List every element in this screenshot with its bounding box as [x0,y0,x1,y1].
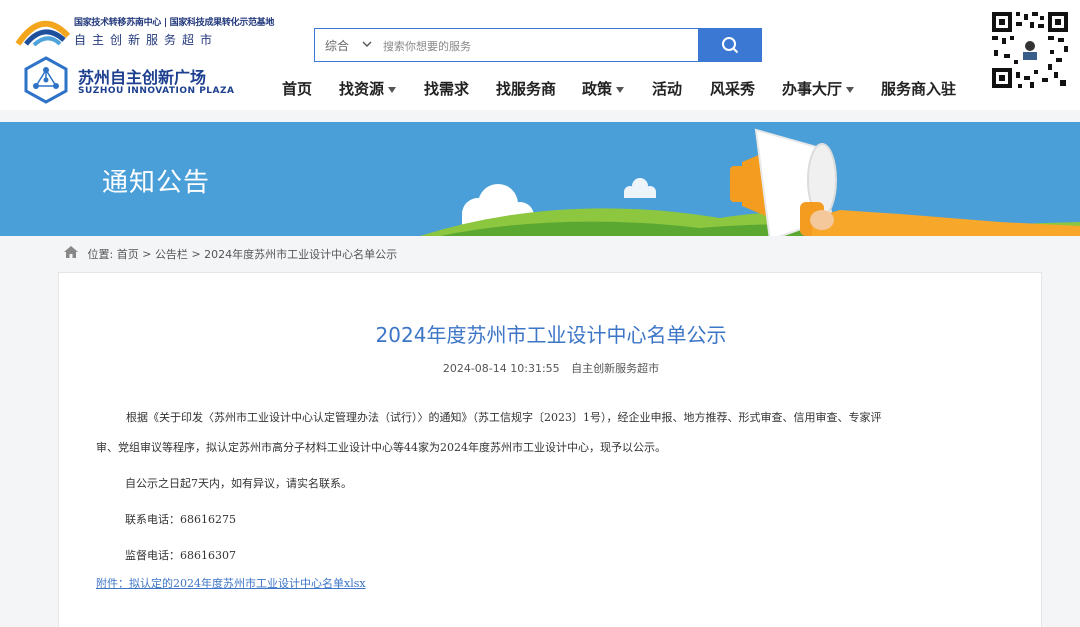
search-icon [722,37,739,54]
article-title: 2024年度苏州市工业设计中心名单公示 [375,323,727,347]
network-logo-icon [24,56,68,104]
supervise-phone: 监督电话：68616307 [125,549,236,562]
dropdown-arrow-icon [388,86,397,93]
site-name: 苏州自主创新广场 [78,68,207,87]
nav-item-events[interactable]: 活动 [652,78,682,99]
nav-item-resources[interactable]: 找资源 [339,78,397,99]
search-bar: 综合 搜索你想要的服务 [314,28,762,62]
qr-code-icon[interactable] [990,10,1070,90]
breadcrumb-prefix: 位置: [87,248,114,261]
article-paragraph-1: 根据《关于印发〈苏州市工业设计中心认定管理办法（试行）〉的通知》（苏工信规字〔2… [107,403,997,433]
search-input[interactable]: 搜索你想要的服务 [383,38,471,54]
article-paragraph-2: 自公示之日起7天内，如有异议，请实名联系。 [125,477,352,490]
site-header: 国家技术转移苏南中心 | 国家科技成果转化示范基地 自主创新服务超市 苏州自主创… [0,0,1080,110]
article-date: 2024-08-14 10:31:55 [442,362,560,375]
sun-logo-icon [15,20,70,46]
breadcrumb-current: 2024年度苏州市工业设计中心名单公示 [204,248,398,261]
site-logo[interactable]: 苏州自主创新广场 SUZHOU INNOVATION PLAZA [22,56,242,106]
paragraph-line: 根据《关于印发〈苏州市工业设计中心认定管理办法（试行）〉的通知》（苏工信规字〔2… [126,411,882,424]
paragraph-line: 审、党组审议等程序，拟认定苏州市高分子材料工业设计中心等44家为2024年度苏州… [96,441,666,454]
search-category-select[interactable]: 综合 [325,37,349,54]
home-icon [64,246,78,258]
article-paragraph-1-cont: 审、党组审议等程序，拟认定苏州市高分子材料工业设计中心等44家为2024年度苏州… [96,433,986,463]
nav-item-provider-join[interactable]: 服务商入驻 [881,78,956,99]
attachment-link[interactable]: 附件：拟认定的2024年度苏州市工业设计中心名单xlsx [96,575,366,591]
banner-title: 通知公告 [102,168,211,198]
contact-phone: 联系电话：68616275 [125,513,236,526]
article-meta: 2024-08-14 10:31:55 自主创新服务超市 [59,360,1043,376]
nav-item-showcase[interactable]: 风采秀 [710,78,755,99]
chevron-down-icon[interactable] [361,37,373,51]
article-card: 2024年度苏州市工业设计中心名单公示 2024-08-14 10:31:55 … [58,272,1042,627]
breadcrumb-section-link[interactable]: 公告栏 [155,248,188,261]
nav-item-home[interactable]: 首页 [282,78,312,99]
dropdown-arrow-icon [616,86,625,93]
breadcrumb-separator: > [142,247,152,261]
main-nav: 首页 找资源 找需求 找服务商 政策 活动 风采秀 办事大厅 服务商入驻 [270,78,990,104]
breadcrumb: 位置: 首页 > 公告栏 > 2024年度苏州市工业设计中心名单公示 [64,246,397,262]
page-banner: 通知公告 [0,122,1080,236]
article-source: 自主创新服务超市 [571,362,660,375]
org-line2: 自主创新服务超市 [74,33,219,47]
nav-item-service-hall[interactable]: 办事大厅 [782,78,855,99]
nav-item-providers[interactable]: 找服务商 [496,78,556,99]
megaphone-icon [730,128,1080,236]
nav-item-demand[interactable]: 找需求 [424,78,469,99]
breadcrumb-separator: > [191,247,201,261]
search-button[interactable] [698,28,762,62]
breadcrumb-home-link[interactable]: 首页 [117,248,139,261]
org-line1: 国家技术转移苏南中心 | 国家科技成果转化示范基地 [74,18,275,28]
site-name-en: SUZHOU INNOVATION PLAZA [78,86,235,96]
nav-item-policy[interactable]: 政策 [582,78,625,99]
org-logo[interactable]: 国家技术转移苏南中心 | 国家科技成果转化示范基地 自主创新服务超市 [14,12,274,48]
dropdown-arrow-icon [846,86,855,93]
